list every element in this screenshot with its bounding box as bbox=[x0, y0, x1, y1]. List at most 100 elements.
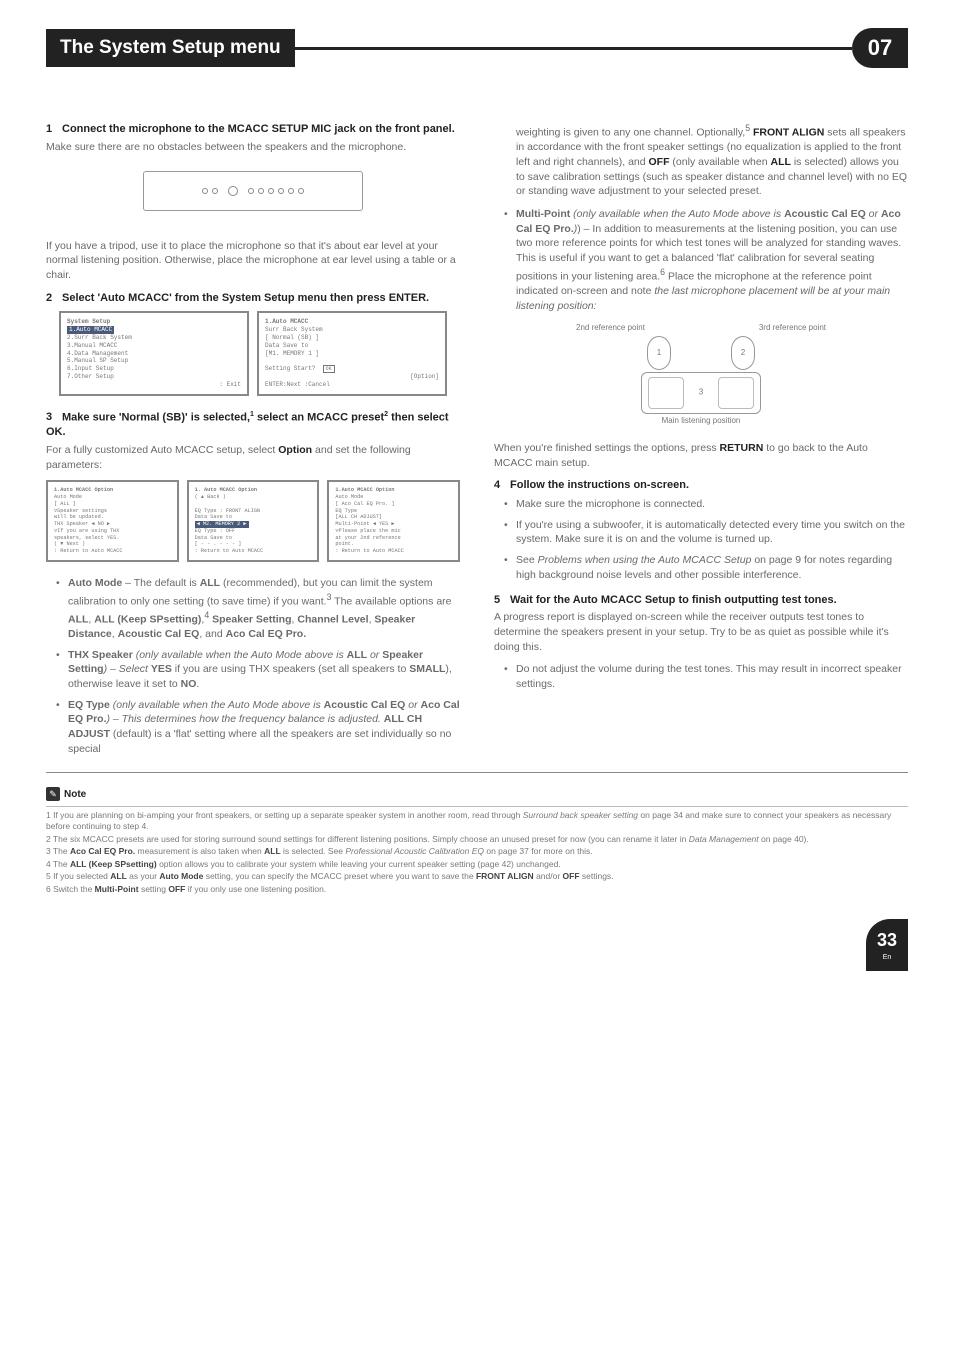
bullet: If you're using a subwoofer, it is autom… bbox=[506, 518, 908, 547]
italic-text: Data Management bbox=[689, 834, 759, 844]
osd-auto-mcacc: 1.Auto MCACC Surr Back System [ Normal (… bbox=[257, 311, 447, 395]
step-title: Connect the microphone to the MCACC SETU… bbox=[62, 123, 455, 135]
osd-line: [ - - . - - - ] bbox=[195, 541, 242, 547]
step-title: Wait for the Auto MCACC Setup to finish … bbox=[510, 594, 837, 606]
term: Multi-Point bbox=[95, 884, 139, 894]
step-title-a: Make sure 'Normal (SB)' is selected, bbox=[62, 411, 250, 423]
term: Acoustic Cal EQ bbox=[784, 208, 866, 220]
left-column: 1Connect the microphone to the MCACC SET… bbox=[46, 122, 460, 766]
text: (only available when the Auto Mode above… bbox=[133, 649, 347, 661]
body-text: When you're finished settings the option… bbox=[494, 441, 908, 470]
text: 1 If you are planning on bi-amping your … bbox=[46, 810, 523, 820]
term: Auto Mode bbox=[159, 871, 203, 881]
osd-title: 1.Auto MCACC Option bbox=[335, 487, 394, 493]
term: ALL bbox=[347, 649, 367, 661]
osd-line: EQ Type : FRONT ALIGN bbox=[195, 508, 260, 514]
term: RETURN bbox=[720, 442, 764, 454]
osd-system-setup: System Setup 1.Auto MCACC 2.Surr Back Sy… bbox=[59, 311, 249, 395]
step-2-heading: 2Select 'Auto MCACC' from the System Set… bbox=[46, 291, 460, 306]
term: ALL (Keep SPsetting) bbox=[94, 613, 201, 625]
osd-line: [Option] bbox=[265, 373, 439, 381]
text: and/or bbox=[534, 871, 563, 881]
text: setting bbox=[139, 884, 169, 894]
term: EQ Type bbox=[68, 699, 110, 711]
osd-ok: OK bbox=[323, 365, 335, 373]
osd-footer: : Return to Auto MCACC bbox=[195, 548, 264, 554]
bullet-thx-speaker: THX Speaker (only available when the Aut… bbox=[58, 648, 460, 692]
page-number-badge: 33 En bbox=[866, 919, 908, 971]
step-title-b: select an MCACC preset bbox=[254, 411, 384, 423]
osd-line: Data Save to bbox=[265, 342, 308, 349]
osd-line: [ Aco Cal EQ Pro. ] bbox=[335, 501, 394, 507]
page-header: The System Setup menu 07 bbox=[46, 28, 908, 68]
text: weighting is given to any one channel. O… bbox=[516, 127, 745, 139]
text: , and bbox=[199, 628, 225, 640]
page-footer: 33 En bbox=[46, 919, 908, 971]
osd-item-selected: 1.Auto MCACC bbox=[67, 326, 114, 334]
text: settings. bbox=[580, 871, 614, 881]
bullet: Make sure the microphone is connected. bbox=[506, 497, 908, 512]
osd-line: ( ▼ Next ) bbox=[54, 541, 85, 547]
osd-line: [ ALL ] bbox=[54, 501, 76, 507]
text: 5 If you selected bbox=[46, 871, 110, 881]
osd-line: EQ Type : OFF bbox=[195, 528, 235, 534]
text: measurement is also taken when bbox=[135, 846, 264, 856]
text: on page 40). bbox=[759, 834, 809, 844]
osd-item: 2.Surr Back System bbox=[67, 334, 132, 341]
osd-footer: ENTER:Next :Cancel bbox=[265, 381, 439, 389]
page-lang: En bbox=[883, 953, 892, 962]
text: on page 37 for more on this. bbox=[484, 846, 593, 856]
body-text: Make sure there are no obstacles between… bbox=[46, 140, 460, 155]
term: SMALL bbox=[409, 663, 445, 675]
bullet: Do not adjust the volume during the test… bbox=[506, 662, 908, 691]
osd-line: THX Speaker ◀ NO ▶ bbox=[54, 521, 110, 527]
osd-line: ▽Please place the mic bbox=[335, 528, 400, 534]
footnote-2: 2 The six MCACC presets are used for sto… bbox=[46, 834, 908, 845]
step-5-heading: 5Wait for the Auto MCACC Setup to finish… bbox=[494, 593, 908, 608]
term: ALL bbox=[264, 846, 281, 856]
osd-line: Multi-Point ◀ YES ▶ bbox=[335, 521, 394, 527]
osd-option-2: 1. Auto MCACC Option ( ▲ Back ) EQ Type … bbox=[187, 480, 320, 562]
step-3-heading: 3Make sure 'Normal (SB)' is selected,1 s… bbox=[46, 410, 460, 440]
sofa-icon: 3 bbox=[641, 372, 761, 414]
osd-title: System Setup bbox=[67, 318, 110, 325]
osd-item: 5.Manual SP Setup bbox=[67, 357, 128, 364]
osd-option-3: 1.Auto MCACC Option Auto Mode [ Aco Cal … bbox=[327, 480, 460, 562]
osd-line: Data Save to bbox=[195, 514, 232, 520]
step-4-heading: 4Follow the instructions on-screen. bbox=[494, 478, 908, 493]
point-1-icon: 1 bbox=[647, 336, 671, 370]
osd-option-row: 1.Auto MCACC Option Auto Mode [ ALL ] ▽S… bbox=[46, 480, 460, 562]
note-icon: ✎ bbox=[46, 787, 60, 801]
footnote-5: 5 If you selected ALL as your Auto Mode … bbox=[46, 871, 908, 882]
footnote-3: 3 The Aco Cal EQ Pro. measurement is als… bbox=[46, 846, 908, 857]
header-title: The System Setup menu bbox=[46, 29, 295, 67]
footnote-4: 4 The ALL (Keep SPsetting) option allows… bbox=[46, 859, 908, 870]
osd-title: 1.Auto MCACC bbox=[265, 318, 308, 325]
text: setting, you can specify the MCACC prese… bbox=[203, 871, 476, 881]
italic-text: Professional Acoustic Calibration EQ bbox=[345, 846, 484, 856]
term: OFF bbox=[563, 871, 580, 881]
text: See bbox=[516, 554, 538, 566]
osd-line: ▽If you are using THX bbox=[54, 528, 119, 534]
osd-line: Auto Mode bbox=[54, 494, 82, 500]
term: Auto Mode bbox=[68, 577, 122, 589]
text: – The default is bbox=[122, 577, 199, 589]
osd-line: ◀ M2. MEMORY 2 ▶ bbox=[195, 521, 249, 528]
text: or bbox=[866, 208, 881, 220]
note-label: Note bbox=[64, 788, 86, 802]
text: as your bbox=[127, 871, 160, 881]
osd-line: [ALL CH ADJUST] bbox=[335, 514, 382, 520]
text: or bbox=[367, 649, 382, 661]
text: or bbox=[405, 699, 420, 711]
header-rule bbox=[295, 47, 852, 50]
step-number: 3 bbox=[46, 410, 62, 425]
term: ALL (Keep SPsetting) bbox=[70, 859, 157, 869]
osd-footer: : Return to Auto MCACC bbox=[335, 548, 404, 554]
osd-item: 6.Input Setup bbox=[67, 365, 114, 372]
right-column: weighting is given to any one channel. O… bbox=[494, 122, 908, 766]
footnote-1: 1 If you are planning on bi-amping your … bbox=[46, 810, 908, 833]
text: if you only use one listening position. bbox=[185, 884, 326, 894]
osd-footer: : Exit bbox=[67, 381, 241, 389]
front-panel-illustration bbox=[143, 171, 363, 211]
osd-line: [ Normal (SB) ] bbox=[265, 334, 319, 341]
